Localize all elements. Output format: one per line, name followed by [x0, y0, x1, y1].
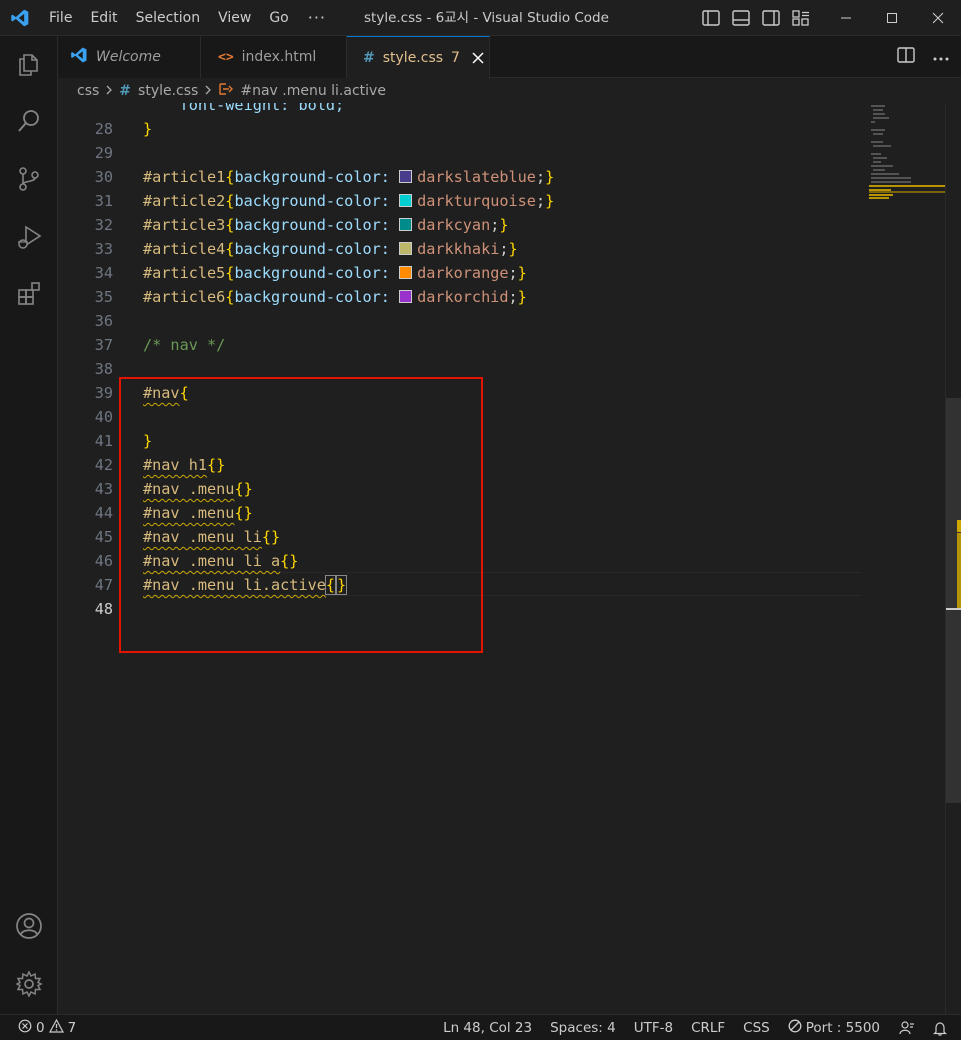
code-line-41[interactable]: 41 — [58, 405, 861, 450]
chevron-right-icon — [105, 83, 113, 99]
tab-index-html[interactable]: <> index.html — [201, 36, 347, 78]
tab-style-css[interactable]: # style.css 7 — [347, 36, 490, 79]
breadcrumb-file[interactable]: style.css — [138, 83, 198, 99]
notifications-bell-icon[interactable] — [925, 1021, 961, 1036]
more-actions-icon[interactable] — [933, 50, 949, 65]
tab-label: Welcome — [96, 49, 161, 65]
symbol-rule-icon — [218, 81, 236, 101]
error-count: 0 — [36, 1020, 45, 1036]
code-line-36[interactable]: 36 #article6{background-color: darkorchi… — [58, 285, 861, 330]
minimap[interactable] — [869, 103, 945, 223]
color-swatch[interactable] — [399, 266, 413, 279]
explorer-icon[interactable] — [0, 40, 58, 88]
code-line-46[interactable]: 46 #nav .menu li{} — [58, 525, 861, 570]
vscode-logo-icon[interactable] — [0, 0, 40, 36]
warning-icon — [48, 1018, 64, 1037]
code-editor[interactable]: 28 font-weight: bold; 29 } 30 31 #articl… — [58, 103, 961, 1014]
vscode-icon — [70, 46, 88, 68]
warning-count: 7 — [67, 1020, 77, 1036]
window-title: style.css - 6교시 - Visual Studio Code — [364, 10, 609, 26]
breadcrumb-folder[interactable]: css — [77, 83, 99, 99]
toggle-primary-sidebar-icon[interactable] — [699, 0, 723, 36]
toggle-secondary-sidebar-icon[interactable] — [759, 0, 783, 36]
accounts-feedback-icon[interactable] — [889, 1021, 925, 1035]
problems-status[interactable]: 0 7 — [18, 1015, 76, 1040]
code-line-31[interactable]: 31 #article1{background-color: darkslate… — [58, 165, 861, 210]
language-mode[interactable]: CSS — [734, 1020, 779, 1036]
color-swatch[interactable] — [399, 218, 413, 231]
tab-label: style.css — [382, 50, 444, 66]
menu-file[interactable]: File — [40, 0, 81, 36]
code-line-44[interactable]: 44 #nav .menu{} — [58, 477, 861, 522]
chevron-right-icon — [204, 83, 212, 99]
code-line-43[interactable]: 43 #nav h1{} — [58, 453, 861, 498]
extensions-icon[interactable] — [0, 270, 58, 318]
close-tab-icon[interactable] — [472, 49, 484, 68]
code-line-40[interactable]: 40 #nav{ — [58, 381, 861, 426]
code-line-34[interactable]: 34 #article4{background-color: darkkhaki… — [58, 237, 861, 282]
menu-go[interactable]: Go — [260, 0, 297, 36]
color-swatch[interactable] — [399, 242, 413, 255]
end-of-line[interactable]: CRLF — [682, 1020, 734, 1036]
color-swatch[interactable] — [399, 290, 413, 303]
circle-slash-icon — [788, 1019, 802, 1037]
color-swatch[interactable] — [399, 194, 413, 207]
code-line-39[interactable]: 39 — [58, 357, 861, 402]
code-line-42[interactable]: 42 } — [58, 429, 861, 474]
menu-selection[interactable]: Selection — [127, 0, 210, 36]
accounts-icon[interactable] — [0, 902, 58, 950]
cursor-position[interactable]: Ln 48, Col 23 — [434, 1020, 541, 1036]
minimize-icon[interactable] — [823, 0, 869, 36]
code-line-48[interactable]: 48 #nav .menu li.active{} — [58, 573, 861, 618]
code-line-32[interactable]: 32 #article2{background-color: darkturqu… — [58, 189, 861, 234]
menu-view[interactable]: View — [209, 0, 260, 36]
code-line-33[interactable]: 33 #article3{background-color: darkcyan;… — [58, 213, 861, 258]
live-server-status[interactable]: Port : 5500 — [779, 1019, 889, 1037]
tab-welcome[interactable]: Welcome — [58, 36, 201, 78]
code-line-30[interactable]: 30 — [58, 141, 861, 186]
tab-problems-count: 7 — [451, 50, 460, 66]
customize-layout-icon[interactable] — [789, 0, 813, 36]
code-line-35[interactable]: 35 #article5{background-color: darkorang… — [58, 261, 861, 306]
live-server-port: Port : 5500 — [805, 1020, 880, 1036]
title-bar: File Edit Selection View Go ··· style.cs… — [0, 0, 961, 36]
encoding[interactable]: UTF-8 — [625, 1020, 682, 1036]
error-icon — [18, 1019, 32, 1037]
css-hash-icon: # — [119, 83, 132, 99]
code-line-38[interactable]: 38 /* nav */ — [58, 333, 861, 378]
breadcrumb-symbol[interactable]: #nav .menu li.active — [240, 83, 386, 99]
manage-gear-icon[interactable] — [0, 960, 58, 1008]
code-line-45[interactable]: 45 #nav .menu{} — [58, 501, 861, 546]
run-and-debug-icon[interactable] — [0, 213, 58, 261]
tab-label: index.html — [241, 49, 317, 65]
toggle-panel-icon[interactable] — [729, 0, 753, 36]
source-control-icon[interactable] — [0, 155, 58, 203]
maximize-icon[interactable] — [869, 0, 915, 36]
code-line-37[interactable]: 37 — [58, 309, 861, 354]
code-line-28[interactable]: 28 font-weight: bold; — [58, 103, 861, 138]
menu-more-button[interactable]: ··· — [298, 0, 336, 36]
tab-bar: Welcome <> index.html # style.css 7 — [58, 36, 961, 79]
activity-bar — [0, 36, 58, 1014]
split-editor-icon[interactable] — [897, 47, 915, 67]
vertical-scrollbar[interactable] — [945, 103, 961, 1014]
color-swatch[interactable] — [399, 170, 413, 183]
css-hash-icon: # — [363, 50, 375, 66]
close-window-icon[interactable] — [915, 0, 961, 36]
code-line-47[interactable]: 47 #nav .menu li a{} — [58, 549, 861, 594]
search-icon[interactable] — [0, 97, 58, 145]
indentation[interactable]: Spaces: 4 — [541, 1020, 625, 1036]
breadcrumb: css # style.css #nav .menu li.active — [58, 79, 961, 103]
code-line-29[interactable]: 29 } — [58, 117, 861, 162]
menu-edit[interactable]: Edit — [81, 0, 126, 36]
status-bar: 0 7 Ln 48, Col 23 Spaces: 4 UTF-8 CRLF C… — [0, 1014, 961, 1040]
html-icon: <> — [218, 49, 234, 65]
